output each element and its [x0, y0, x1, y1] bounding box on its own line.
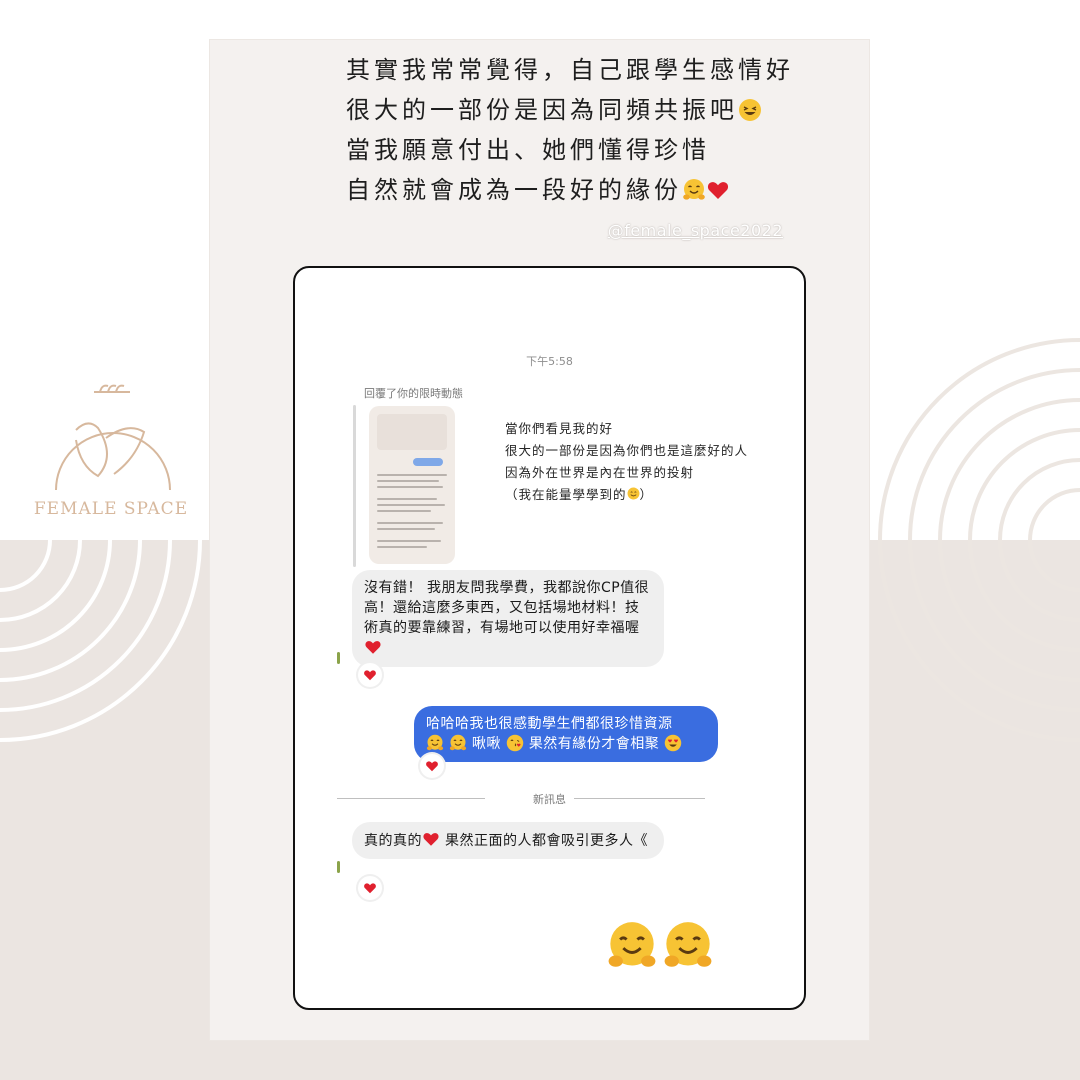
hugging-emoji-icon: [449, 734, 467, 752]
large-hugging-emoji-icon: [606, 920, 658, 972]
sender-avatar-edge: [337, 652, 340, 664]
caption-line: 當我願意付出、她們懂得珍惜: [346, 136, 710, 164]
large-hugging-emoji-icon: [662, 920, 714, 972]
caption-line: 自然就會成為一段好的緣份: [346, 170, 794, 210]
logo-text: FEMALE SPACE: [33, 499, 189, 519]
quote-line: 當你們看見我的好: [505, 421, 614, 436]
heart-reaction[interactable]: [420, 754, 444, 778]
message-timestamp: 下午5:58: [526, 355, 573, 368]
heart-reaction[interactable]: [358, 663, 382, 687]
heart-reaction[interactable]: [358, 876, 382, 900]
new-messages-divider: 新訊息: [295, 791, 804, 807]
story-reply-label: 回覆了你的限時動態: [364, 387, 463, 400]
quote-line: 因為外在世界是內在世界的投射: [505, 465, 695, 480]
thumbnail-line: [377, 510, 431, 512]
thumbnail-line: [377, 540, 441, 542]
smiling-emoji-icon: [627, 487, 640, 500]
thumbnail-line: [377, 546, 427, 548]
thumbnail-line: [377, 480, 439, 482]
sent-text-line: 啾啾 果然有緣份才會相聚: [426, 734, 706, 754]
watermark-handle: @female_space2022: [607, 221, 783, 240]
thumbnail-photo: [377, 414, 447, 450]
story-panel: 其實我常常覺得，自己跟學生感情好 很大的一部份是因為同頻共振吧 當我願意付出、她…: [210, 40, 869, 1040]
thumbnail-line: [377, 486, 443, 488]
sent-message-bubble[interactable]: 哈哈哈我也很感動學生們都很珍惜資源 啾啾 果然有緣份才會相聚: [414, 706, 718, 762]
thumbnail-line: [377, 528, 435, 530]
sender-avatar-edge: [337, 861, 340, 873]
thumbnail-line: [377, 474, 447, 476]
story-thumbnail[interactable]: [369, 406, 455, 564]
heart-reaction-icon: [363, 881, 377, 895]
kissing-heart-emoji-icon: [506, 734, 524, 752]
red-heart-icon: [422, 830, 440, 848]
heart-reaction-icon: [363, 668, 377, 682]
quote-line: （我在能量學學到的）: [505, 487, 654, 502]
quote-line: 很大的一部份是因為你們也是這麼好的人: [505, 443, 749, 458]
quoted-story-text: 當你們看見我的好 很大的一部份是因為你們也是這麼好的人 因為外在世界是內在世界的…: [505, 418, 748, 506]
heart-reaction-icon: [425, 759, 439, 773]
thumbnail-blue-bubble: [413, 458, 443, 466]
caption-line: 其實我常常覺得，自己跟學生感情好: [346, 56, 794, 84]
received-message-bubble[interactable]: 沒有錯！ 我朋友問我學費，我都說你CP值很高！還給這麼多東西，又包括場地材料！技…: [352, 570, 664, 667]
red-heart-icon: [706, 178, 730, 202]
laughing-emoji-icon: [738, 98, 762, 122]
sent-text-line: 哈哈哈我也很感動學生們都很珍惜資源: [426, 716, 673, 732]
story-caption: 其實我常常覺得，自己跟學生感情好 很大的一部份是因為同頻共振吧 當我願意付出、她…: [346, 50, 794, 210]
reply-indicator-bar: [353, 405, 356, 567]
hugging-emoji-icon: [426, 734, 444, 752]
heart-eyes-emoji-icon: [664, 734, 682, 752]
thumbnail-line: [377, 498, 437, 500]
hugging-emoji-icon: [682, 178, 706, 202]
chat-screenshot-card: 下午5:58 回覆了你的限時動態 當你們看見我的好 很大的一部份是因為你們也是這…: [293, 266, 806, 1010]
received-message-bubble[interactable]: 真的真的 果然正面的人都會吸引更多人《: [352, 822, 664, 859]
thumbnail-line: [377, 504, 445, 506]
thumbnail-line: [377, 522, 443, 524]
caption-line: 很大的一部份是因為同頻共振吧: [346, 90, 794, 130]
red-heart-icon: [364, 638, 382, 656]
